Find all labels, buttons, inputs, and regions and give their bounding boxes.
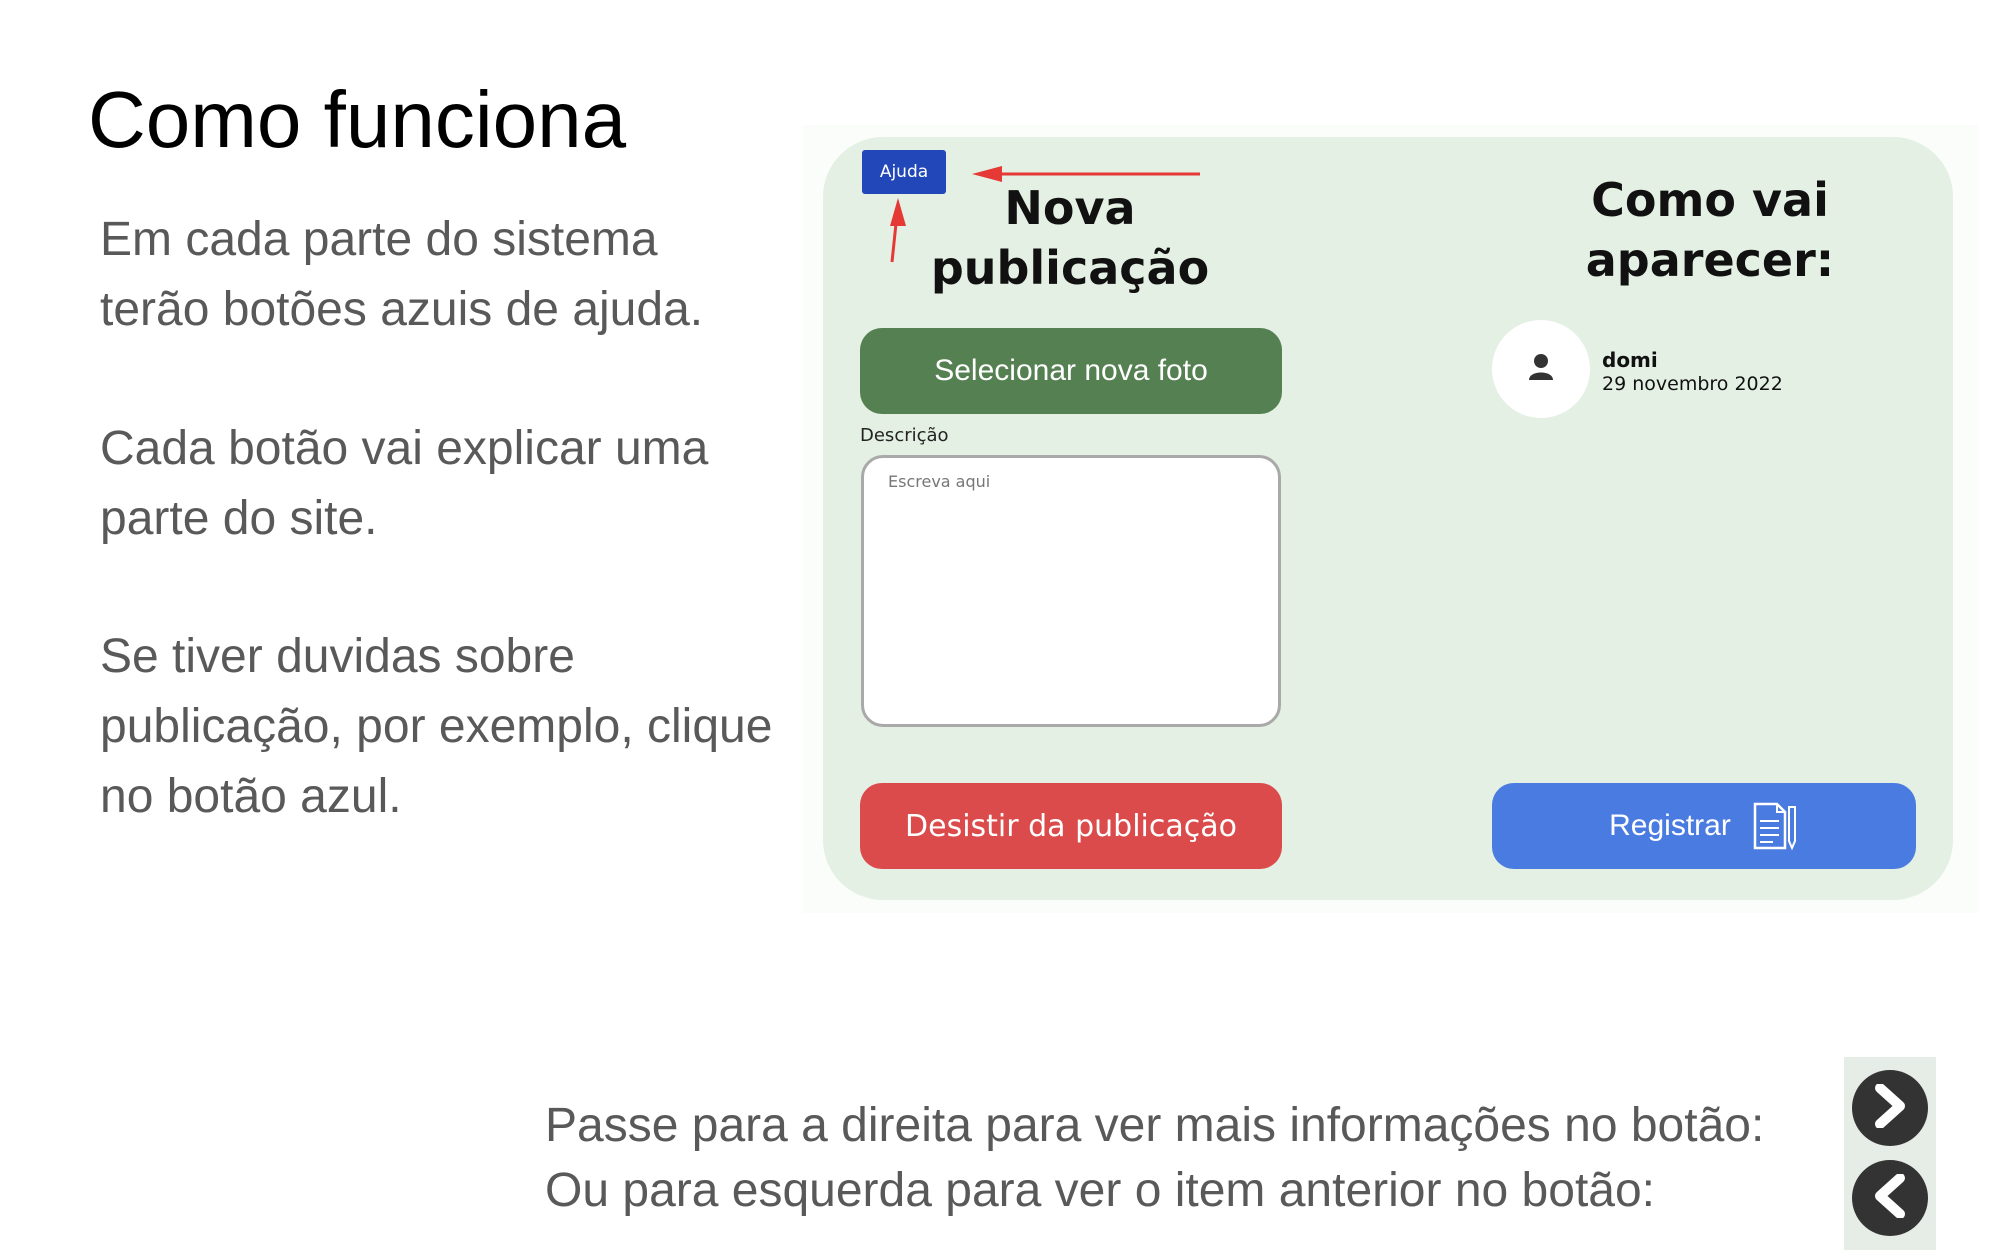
chevron-right-icon bbox=[1870, 1082, 1910, 1133]
document-pencil-icon bbox=[1749, 801, 1799, 851]
post-username: domi bbox=[1602, 348, 1658, 372]
avatar bbox=[1492, 320, 1590, 418]
post-date: 29 novembro 2022 bbox=[1602, 373, 1783, 395]
description-textarea[interactable]: Escreva aqui bbox=[861, 455, 1281, 727]
form-heading: Nova publicação bbox=[930, 181, 1210, 295]
next-button[interactable] bbox=[1852, 1070, 1928, 1146]
chevron-left-icon bbox=[1870, 1172, 1910, 1223]
register-label: Registrar bbox=[1609, 809, 1731, 842]
cancel-post-button[interactable]: Desistir da publicação bbox=[860, 783, 1282, 869]
user-icon bbox=[1528, 353, 1554, 386]
slide-title: Como funciona bbox=[88, 75, 627, 164]
register-button[interactable]: Registrar bbox=[1492, 783, 1916, 869]
select-photo-button[interactable]: Selecionar nova foto bbox=[860, 328, 1282, 414]
explain-paragraph: Cada botão vai explicar uma parte do sit… bbox=[100, 422, 709, 545]
intro-paragraph: Em cada parte do sistema terão botões az… bbox=[100, 213, 704, 336]
description-label: Descrição bbox=[860, 425, 949, 446]
prev-hint-text: Ou para esquerda para ver o item anterio… bbox=[545, 1164, 1655, 1217]
next-hint-text: Passe para a direita para ver mais infor… bbox=[545, 1099, 1765, 1152]
example-paragraph: Se tiver duvidas sobre publicação, por e… bbox=[100, 630, 773, 823]
preview-heading: Como vai aparecer: bbox=[1585, 173, 1835, 287]
previous-button[interactable] bbox=[1852, 1160, 1928, 1236]
